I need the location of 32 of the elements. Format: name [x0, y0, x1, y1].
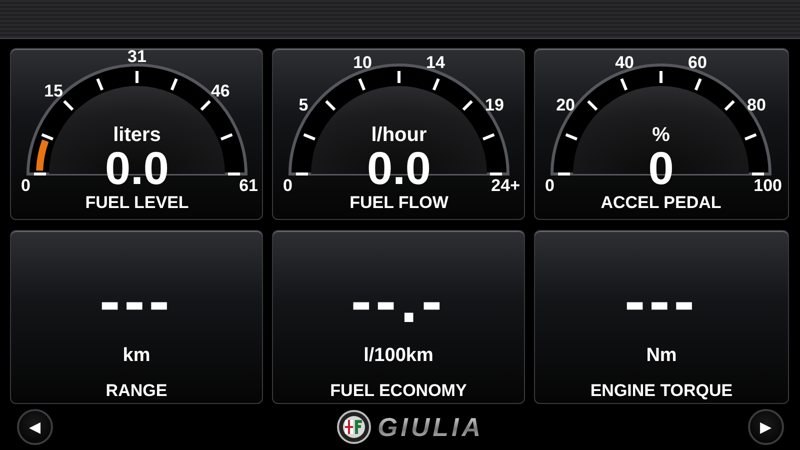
scale-label: 5: [298, 96, 308, 115]
scale-label: 15: [44, 82, 64, 101]
scale-label: 31: [128, 49, 146, 66]
scale-label: 20: [556, 96, 575, 115]
emblem-icon: [337, 410, 372, 444]
scale-label: 14: [426, 52, 445, 72]
scale-label: 10: [353, 52, 372, 72]
scale-label: 46: [210, 82, 230, 101]
scale-label: 61: [239, 176, 258, 195]
readout-value: --.-: [350, 271, 446, 333]
gauge-title: ACCEL PEDAL: [600, 193, 722, 212]
readout-value: ---: [624, 271, 698, 333]
scale-label: 60: [688, 52, 707, 72]
scale-label: 24+: [491, 176, 520, 195]
scale-label: 0: [21, 176, 30, 195]
scale-label: 80: [747, 96, 766, 115]
next-button[interactable]: ▶: [748, 409, 784, 445]
unit-label: Nm: [646, 345, 677, 367]
unit-label: l/100km: [364, 345, 434, 367]
scale-label: 19: [485, 96, 504, 115]
scale-label: 0: [283, 176, 292, 195]
gauge-title: FUEL FLOW: [350, 193, 448, 212]
gauge-title: FUEL LEVEL: [85, 193, 189, 212]
readout-title: FUEL ECONOMY: [330, 381, 467, 401]
readout-value: ---: [100, 271, 174, 333]
scale-label: 0: [545, 176, 554, 195]
readout-title: ENGINE TORQUE: [590, 381, 733, 401]
scale-label: 40: [615, 52, 634, 72]
readout-title: RANGE: [106, 381, 168, 401]
unit-label: km: [122, 345, 150, 367]
scale-label: 100: [754, 176, 782, 195]
previous-button[interactable]: ◀: [17, 409, 53, 445]
